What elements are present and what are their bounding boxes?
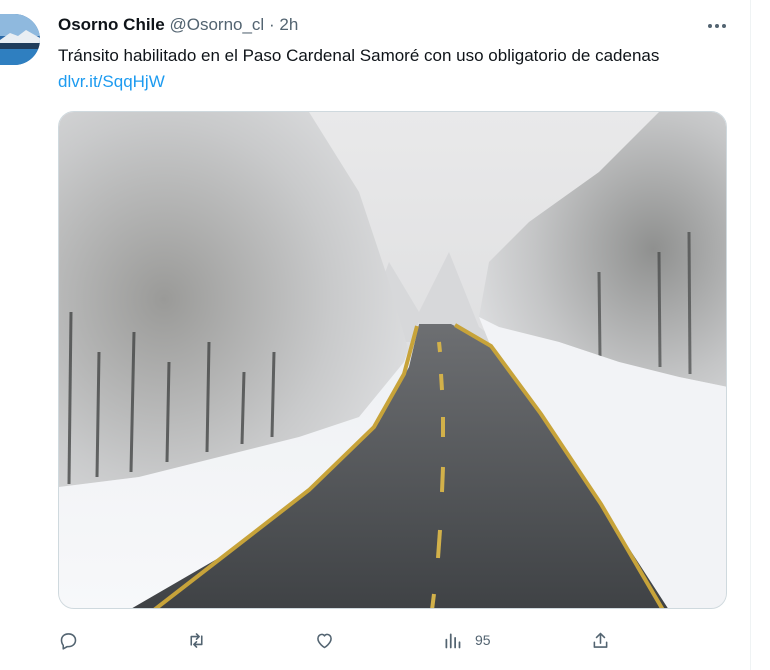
column-border [750, 0, 751, 670]
share-button[interactable] [590, 626, 611, 654]
retweet-button[interactable] [186, 626, 207, 654]
views-count: 95 [475, 632, 491, 648]
user-handle[interactable]: @Osorno_cl [169, 15, 264, 34]
reply-icon [60, 632, 77, 650]
views-button[interactable]: 95 [442, 626, 491, 654]
snowy-road-photo [59, 112, 726, 608]
tweet-photo[interactable] [58, 111, 727, 609]
avatar-image [0, 14, 40, 65]
more-button[interactable] [702, 14, 732, 38]
retweet-icon [190, 632, 203, 648]
share-icon [593, 632, 608, 648]
more-horizontal-icon [708, 24, 726, 28]
like-button[interactable] [314, 626, 335, 654]
timestamp[interactable]: 2h [279, 15, 298, 34]
reply-button[interactable] [58, 626, 79, 654]
tweet-actions: 95 [58, 626, 618, 654]
separator: · [268, 15, 275, 34]
tweet-body: Tránsito habilitado en el Paso Cardenal … [58, 46, 660, 65]
tweet-header: Osorno Chile @Osorno_cl · 2h [58, 14, 298, 36]
views-chart-icon [445, 633, 461, 648]
tweet-link[interactable]: dlvr.it/SqqHjW [58, 72, 165, 91]
heart-icon [317, 633, 332, 648]
display-name[interactable]: Osorno Chile [58, 15, 165, 34]
avatar[interactable] [0, 14, 40, 65]
tweet-text: Tránsito habilitado en el Paso Cardenal … [58, 43, 738, 95]
